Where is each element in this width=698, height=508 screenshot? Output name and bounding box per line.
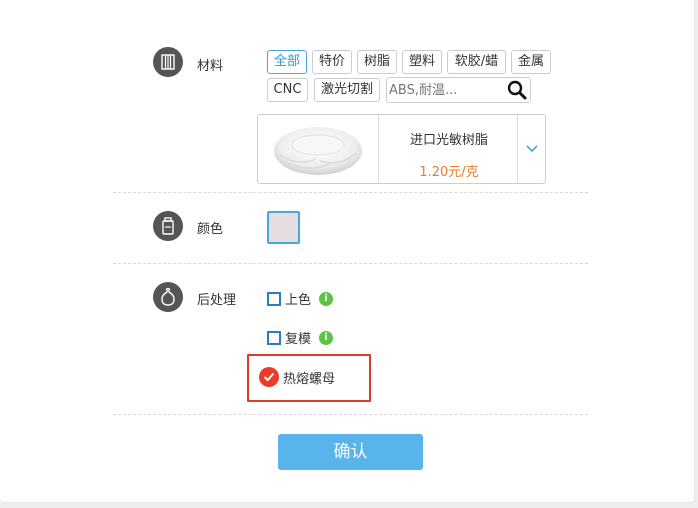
product-thumbnail	[258, 115, 379, 183]
material-icon	[153, 47, 183, 77]
checkbox-remolding[interactable]	[267, 330, 281, 345]
material-label: 材料	[197, 59, 224, 74]
bottle-icon	[153, 211, 183, 241]
info-icon[interactable]: i	[319, 291, 334, 306]
vase-icon	[153, 282, 183, 312]
chevron-down-icon[interactable]	[517, 115, 545, 183]
option-coloring-label: 上色	[285, 293, 312, 308]
confirm-button[interactable]: 确认	[278, 434, 423, 470]
options-panel: 材料 全部 特价 树脂 塑料 软胶/蜡 金属 CNC 激光切割 ABS,耐温..…	[0, 0, 695, 503]
option-hot-melt-nut-label: 热熔螺母	[283, 371, 336, 387]
option-remolding[interactable]: 复模 i	[267, 328, 334, 347]
info-icon[interactable]: i	[319, 330, 334, 345]
chip-metal[interactable]: 金属	[511, 50, 551, 74]
product-info: 进口光敏树脂 1.20元/克	[379, 115, 519, 183]
material-product-select[interactable]: 进口光敏树脂 1.20元/克	[257, 114, 546, 184]
material-search-input[interactable]	[387, 78, 507, 102]
option-coloring[interactable]: 上色 i	[267, 289, 334, 308]
divider	[113, 192, 588, 193]
chip-soft-glue-wax[interactable]: 软胶/蜡	[447, 50, 506, 74]
checkbox-coloring[interactable]	[267, 291, 281, 306]
search-icon[interactable]	[506, 79, 528, 101]
chip-plastic[interactable]: 塑料	[402, 50, 442, 74]
post-processing-label: 后处理	[197, 293, 237, 308]
color-label: 颜色	[197, 222, 224, 237]
material-search	[386, 77, 531, 103]
divider	[113, 263, 588, 264]
chip-all[interactable]: 全部	[267, 50, 307, 74]
product-price: 1.20元/克	[419, 165, 479, 180]
chip-special-price[interactable]: 特价	[312, 50, 352, 74]
product-name: 进口光敏树脂	[409, 133, 488, 148]
check-icon[interactable]	[259, 367, 279, 387]
option-remolding-label: 复模	[285, 332, 312, 347]
chip-resin[interactable]: 树脂	[357, 50, 397, 74]
divider	[113, 414, 588, 415]
option-hot-melt-nut[interactable]: 热熔螺母	[259, 367, 335, 387]
chip-cnc[interactable]: CNC	[267, 78, 308, 102]
chip-laser-cutting[interactable]: 激光切割	[314, 78, 380, 102]
color-swatch[interactable]	[267, 211, 300, 244]
